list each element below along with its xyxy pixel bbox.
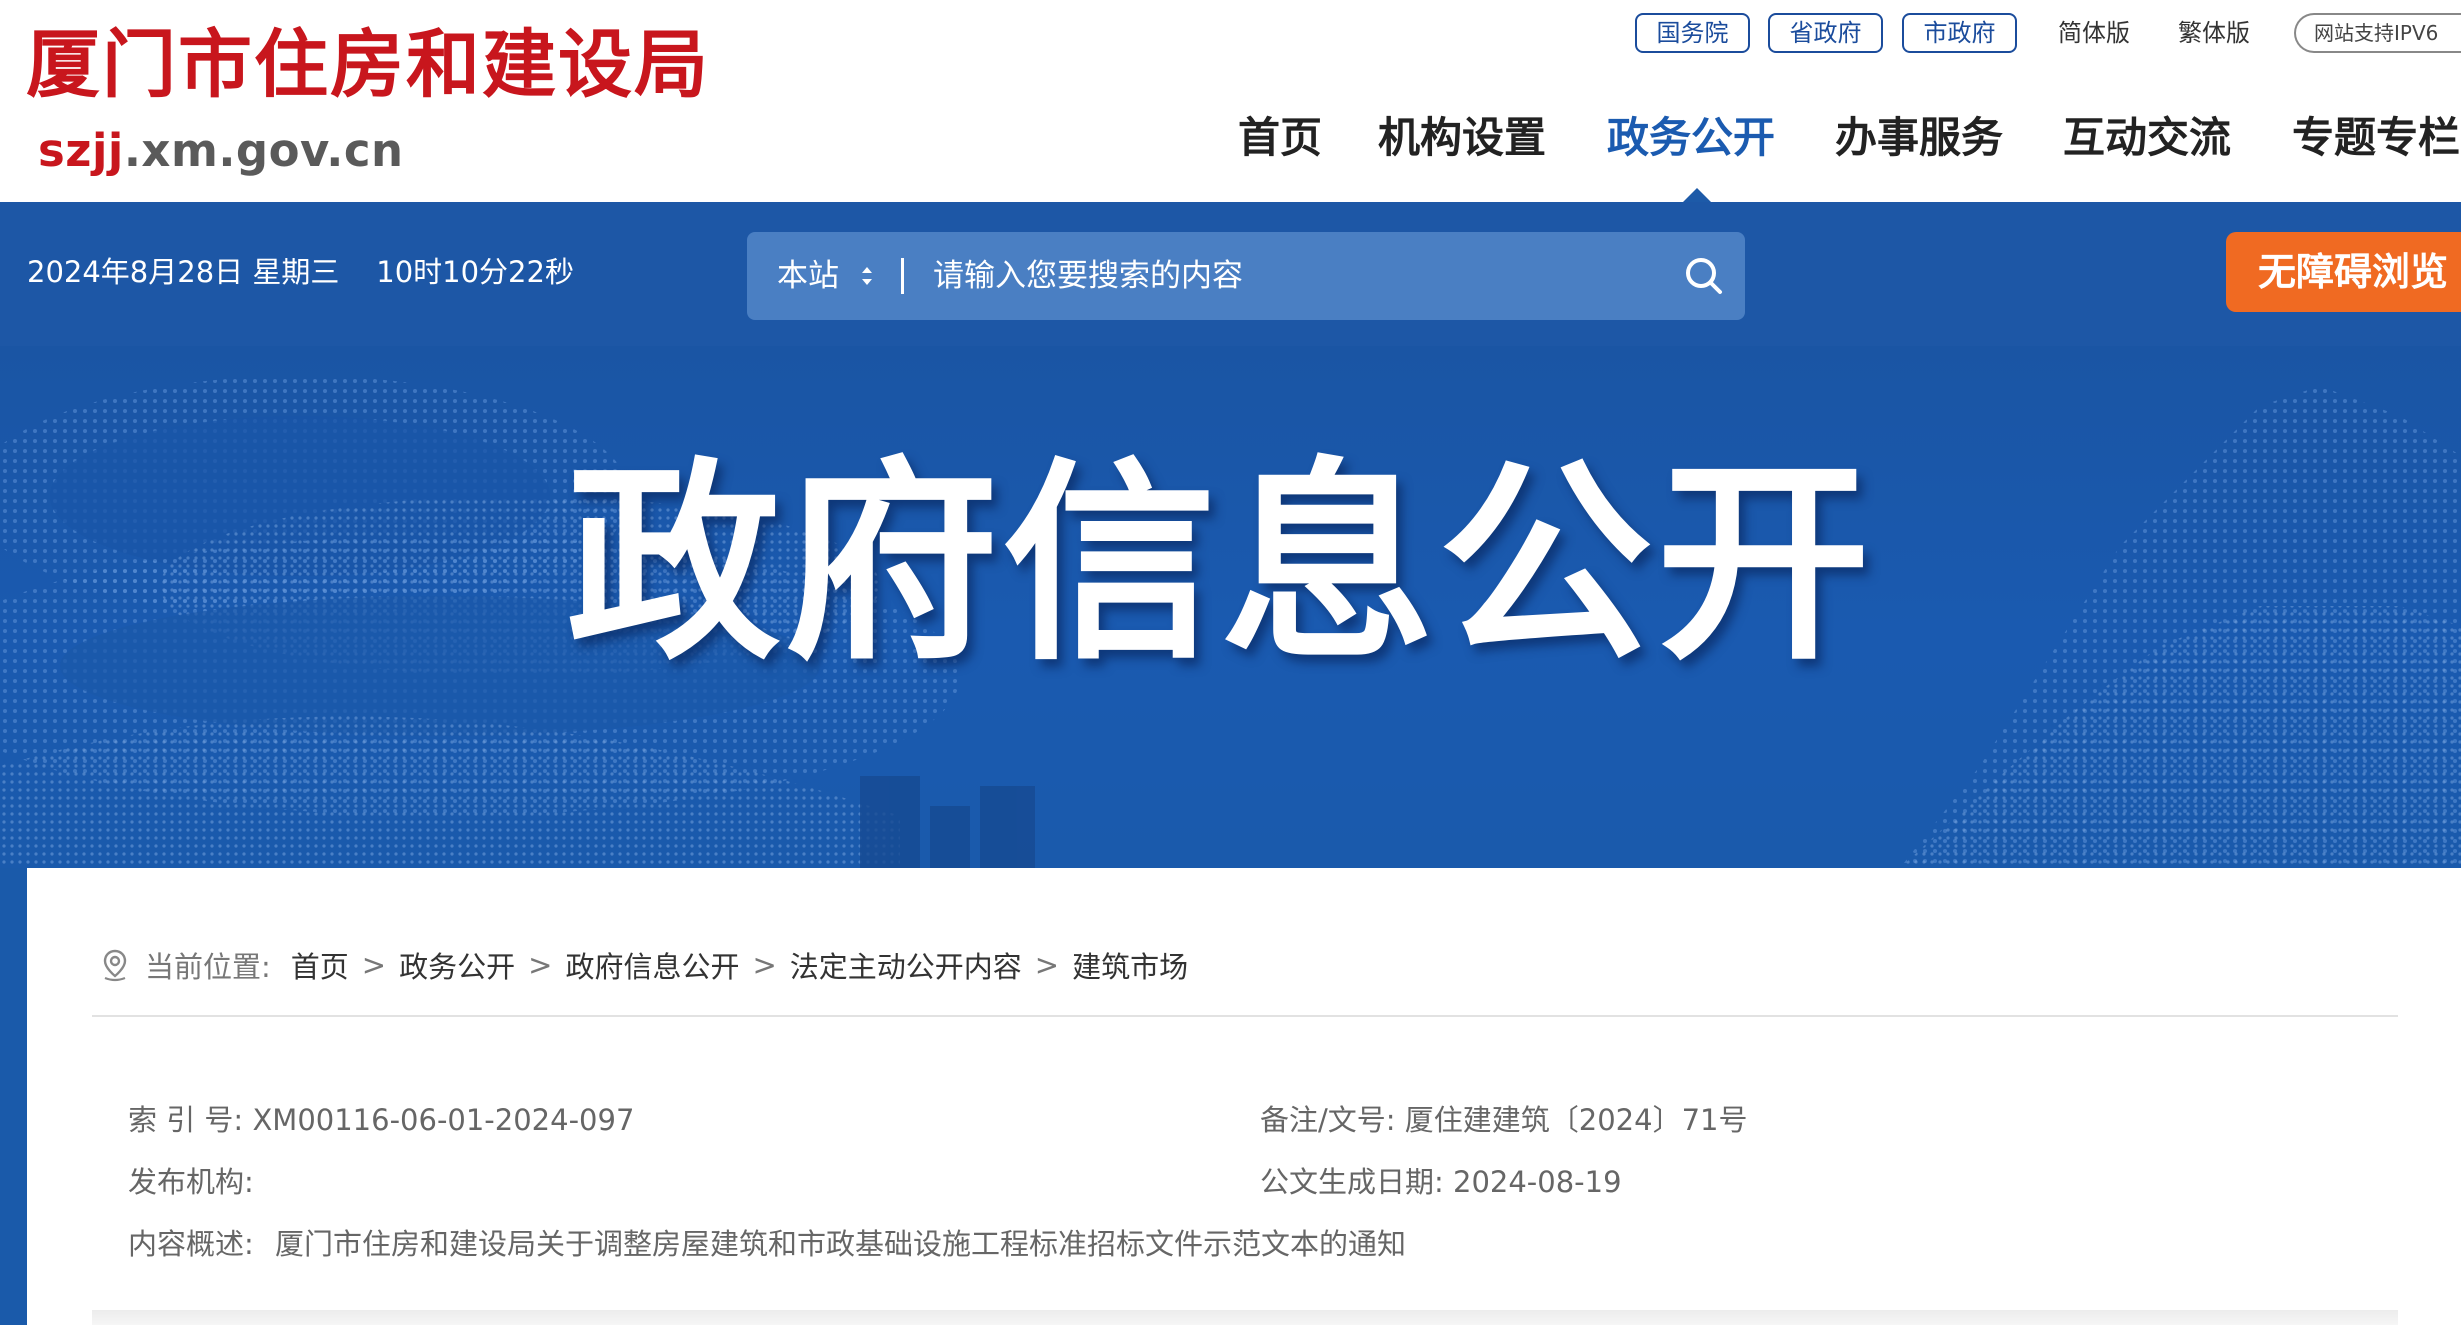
search-scope-select[interactable]: 本站 bbox=[777, 232, 839, 320]
breadcrumb-construction-market[interactable]: 建筑市场 bbox=[1072, 944, 1188, 986]
link-guowuyuan[interactable]: 国务院 bbox=[1635, 13, 1750, 53]
ipv6-badge: 网站支持IPV6 bbox=[2294, 13, 2461, 53]
main-nav: 首页 机构设置 政务公开 办事服务 互动交流 专题专栏 bbox=[0, 108, 2461, 168]
breadcrumb: 当前位置: 首页 > 政务公开 > 政府信息公开 > 法定主动公开内容 > 建筑… bbox=[99, 940, 1188, 990]
location-pin-icon bbox=[103, 949, 127, 982]
nav-org[interactable]: 机构设置 bbox=[1378, 108, 1546, 168]
meta-date-value: 2024-08-19 bbox=[1453, 1165, 1622, 1199]
meta-date-label: 公文生成日期: bbox=[1260, 1165, 1444, 1199]
meta-docnum-value: 厦住建建筑〔2024〕71号 bbox=[1404, 1103, 1748, 1137]
active-nav-indicator bbox=[1683, 188, 1711, 202]
meta-index-label: 索 引 号: bbox=[128, 1103, 244, 1137]
search-box: 本站 bbox=[747, 232, 1745, 320]
breadcrumb-separator: > bbox=[1034, 948, 1060, 982]
link-simplified-chinese[interactable]: 简体版 bbox=[2058, 13, 2130, 53]
search-icon[interactable] bbox=[1682, 254, 1726, 298]
content-card-edge bbox=[92, 1310, 2398, 1325]
left-blue-strip bbox=[0, 868, 27, 1325]
meta-summary-row: 内容概述: 厦门市住房和建设局关于调整房屋建筑和市政基础设施工程标准招标文件示范… bbox=[128, 1224, 1406, 1264]
banner-title: 政府信息公开 bbox=[566, 440, 1875, 689]
meta-docnum-label: 备注/文号: bbox=[1260, 1103, 1396, 1137]
nav-service[interactable]: 办事服务 bbox=[1835, 108, 2003, 168]
meta-date-row: 公文生成日期: 2024-08-19 bbox=[1260, 1162, 1622, 1202]
search-bar-strip: 2024年8月28日 星期三 10时10分22秒 本站 无障碍浏览 bbox=[0, 202, 2461, 346]
search-input[interactable] bbox=[933, 246, 1613, 306]
nav-special[interactable]: 专题专栏 bbox=[2292, 108, 2460, 168]
breadcrumb-separator: > bbox=[752, 948, 777, 982]
current-datetime: 2024年8月28日 星期三 10时10分22秒 bbox=[27, 255, 574, 289]
search-divider bbox=[901, 258, 904, 294]
banner: 政府信息公开 bbox=[0, 346, 2461, 868]
meta-summary-label: 内容概述: bbox=[128, 1227, 254, 1261]
breadcrumb-divider bbox=[92, 1015, 2398, 1017]
nav-home[interactable]: 首页 bbox=[1238, 108, 1322, 168]
content-panel: 当前位置: 首页 > 政务公开 > 政府信息公开 > 法定主动公开内容 > 建筑… bbox=[27, 868, 2461, 1325]
meta-summary-value: 厦门市住房和建设局关于调整房屋建筑和市政基础设施工程标准招标文件示范文本的通知 bbox=[275, 1227, 1407, 1261]
sort-updown-icon[interactable] bbox=[859, 260, 875, 292]
breadcrumb-statutory-content[interactable]: 法定主动公开内容 bbox=[790, 944, 1022, 986]
link-shizhengfu[interactable]: 市政府 bbox=[1902, 13, 2017, 53]
meta-docnum-row: 备注/文号: 厦住建建筑〔2024〕71号 bbox=[1260, 1100, 1747, 1140]
accessibility-button[interactable]: 无障碍浏览 bbox=[2226, 232, 2461, 312]
meta-index-row: 索 引 号: XM00116-06-01-2024-097 bbox=[128, 1100, 634, 1140]
nav-interact[interactable]: 互动交流 bbox=[2063, 108, 2231, 168]
breadcrumb-prefix: 当前位置: bbox=[145, 950, 271, 984]
breadcrumb-gov-info-open[interactable]: 政府信息公开 bbox=[565, 944, 739, 986]
nav-gov-open[interactable]: 政务公开 bbox=[1607, 108, 1775, 168]
breadcrumb-home[interactable]: 首页 bbox=[291, 944, 349, 986]
link-traditional-chinese[interactable]: 繁体版 bbox=[2178, 13, 2250, 53]
meta-index-value: XM00116-06-01-2024-097 bbox=[252, 1103, 635, 1137]
meta-publisher-label: 发布机构: bbox=[128, 1165, 254, 1199]
breadcrumb-separator: > bbox=[361, 948, 387, 982]
top-utility-bar: 国务院 省政府 市政府 简体版 繁体版 网站支持IPV6 bbox=[0, 13, 2461, 55]
meta-publisher-row: 发布机构: bbox=[128, 1162, 254, 1202]
link-shengzhengfu[interactable]: 省政府 bbox=[1768, 13, 1883, 53]
breadcrumb-gov-open[interactable]: 政务公开 bbox=[399, 944, 515, 986]
breadcrumb-separator: > bbox=[528, 948, 553, 982]
site-header: 厦门市住房和建设局 szjj.xm.gov.cn 国务院 省政府 市政府 简体版… bbox=[0, 0, 2461, 202]
